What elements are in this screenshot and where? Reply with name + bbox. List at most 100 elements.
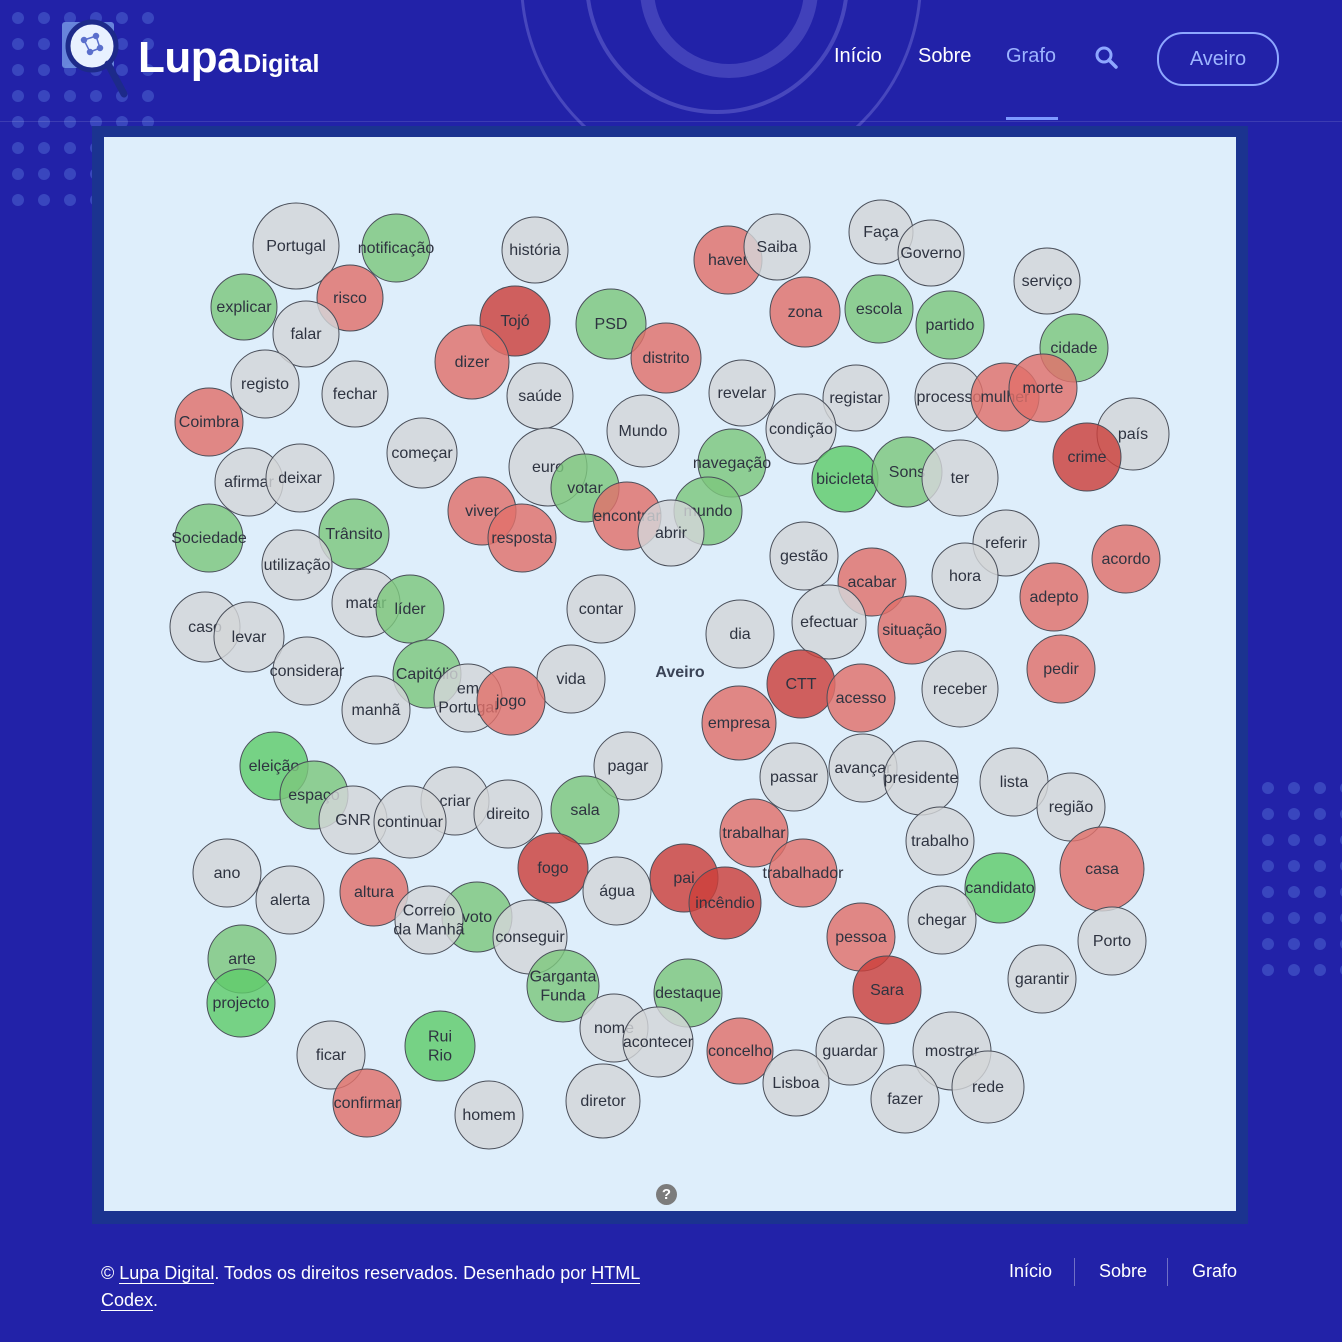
graph-node[interactable]: trabalho	[905, 806, 975, 876]
graph-node[interactable]: Lisboa	[762, 1049, 830, 1117]
graph-node-label: utilização	[264, 557, 331, 574]
graph-node[interactable]: Coimbra	[174, 387, 244, 457]
graph-node-label: acabar	[848, 574, 898, 591]
city-button[interactable]: Aveiro	[1157, 32, 1279, 86]
graph-node[interactable]: incêndio	[688, 866, 762, 940]
graph-node[interactable]: líder	[375, 574, 445, 644]
graph-node[interactable]: dia	[705, 599, 775, 669]
nav-grafo[interactable]: Grafo	[1006, 45, 1056, 68]
graph-node[interactable]: concelho	[706, 1017, 774, 1085]
word-graph[interactable]: Aveiro Portugal notificação história haver S…	[104, 137, 1236, 1211]
graph-node[interactable]: ano	[192, 838, 262, 908]
graph-node[interactable]: bicicleta	[811, 445, 879, 513]
graph-node[interactable]: empresa	[701, 685, 777, 761]
graph-node-label: morte	[1023, 380, 1064, 397]
footer-nav-inicio[interactable]: Início	[1009, 1261, 1052, 1282]
graph-node-label: Tojó	[500, 313, 529, 330]
graph-node[interactable]: acontecer	[622, 1006, 694, 1078]
graph-node[interactable]: fazer	[870, 1064, 940, 1134]
graph-node[interactable]: gestão	[769, 521, 839, 591]
graph-node-label: acesso	[836, 690, 887, 707]
graph-node[interactable]: explicar	[210, 273, 278, 341]
graph-node[interactable]: morte	[1008, 353, 1078, 423]
graph-node-label: pagar	[608, 758, 650, 775]
graph-node[interactable]: chegar	[907, 885, 977, 955]
graph-node[interactable]: homem	[454, 1080, 524, 1150]
active-nav-indicator	[1006, 117, 1058, 120]
footer-nav-sobre[interactable]: Sobre	[1099, 1261, 1147, 1282]
graph-node[interactable]: Rui Rio	[404, 1010, 476, 1082]
nav-inicio[interactable]: Início	[834, 45, 882, 68]
graph-node[interactable]: direito	[473, 779, 543, 849]
graph-node-label: voto	[462, 909, 492, 926]
graph-node[interactable]: escola	[844, 274, 914, 344]
graph-node[interactable]: pedir	[1026, 634, 1096, 704]
graph-node-label: pedir	[1043, 661, 1079, 678]
graph-node[interactable]: resposta	[487, 503, 557, 573]
graph-node[interactable]: utilização	[261, 529, 333, 601]
graph-node[interactable]: vida	[536, 644, 606, 714]
graph-node[interactable]: Governo	[897, 219, 965, 287]
graph-node[interactable]: diretor	[565, 1063, 641, 1139]
graph-node[interactable]: fechar	[321, 360, 389, 428]
search-icon[interactable]	[1094, 45, 1120, 71]
graph-node[interactable]: zona	[769, 276, 841, 348]
graph-node[interactable]: CTT	[766, 649, 836, 719]
graph-node[interactable]: crime	[1052, 422, 1122, 492]
graph-node[interactable]: alerta	[255, 865, 325, 935]
graph-node[interactable]: confirmar	[332, 1068, 402, 1138]
graph-node[interactable]: registo	[230, 349, 300, 419]
graph-node-label: ter	[951, 470, 970, 487]
graph-node[interactable]: projecto	[206, 968, 276, 1038]
graph-node[interactable]: deixar	[265, 443, 335, 513]
graph-node[interactable]: começar	[386, 417, 458, 489]
graph-node-label: país	[1118, 426, 1148, 443]
graph-node[interactable]: jogo	[476, 666, 546, 736]
graph-node-label: levar	[232, 629, 267, 646]
graph-node[interactable]: acesso	[826, 663, 896, 733]
graph-node[interactable]: adepto	[1019, 562, 1089, 632]
graph-node[interactable]: dizer	[434, 324, 510, 400]
graph-node[interactable]: manhã	[341, 675, 411, 745]
graph-node-label: região	[1049, 799, 1094, 816]
graph-node[interactable]: partido	[915, 290, 985, 360]
footer-brand-link[interactable]: Lupa Digital	[119, 1263, 215, 1284]
graph-node[interactable]: distrito	[630, 322, 702, 394]
logo[interactable]: Lupa Digital	[60, 18, 320, 100]
graph-node-label: votar	[567, 480, 603, 497]
graph-node[interactable]: Porto	[1077, 906, 1147, 976]
graph-node[interactable]: ter	[921, 439, 999, 517]
graph-node[interactable]: Sara	[852, 955, 922, 1025]
footer-divider	[1167, 1258, 1168, 1286]
graph-node[interactable]: casa	[1059, 826, 1145, 912]
graph-node[interactable]: contar	[566, 574, 636, 644]
graph-node-label: pessoa	[835, 929, 887, 946]
graph-node[interactable]: efectuar	[791, 584, 867, 660]
graph-node[interactable]: Sociedade	[171, 503, 247, 573]
graph-node-label: Sociedade	[171, 530, 247, 547]
graph-node[interactable]: acordo	[1091, 524, 1161, 594]
graph-node-label: zona	[788, 304, 823, 321]
graph-node[interactable]: passar	[759, 742, 829, 812]
graph-node[interactable]: presidente	[883, 740, 959, 816]
graph-node[interactable]: receber	[921, 650, 999, 728]
graph-node[interactable]: levar	[213, 601, 285, 673]
graph-node[interactable]: Saiba	[743, 213, 811, 281]
graph-node[interactable]: continuar	[373, 785, 447, 859]
graph-node[interactable]: fogo	[517, 832, 589, 904]
footer-nav-grafo[interactable]: Grafo	[1192, 1261, 1237, 1282]
graph-node-label: condição	[769, 421, 833, 438]
graph-node[interactable]: revelar	[708, 359, 776, 427]
graph-node[interactable]: Mundo	[606, 394, 680, 468]
graph-node[interactable]: garantir	[1007, 944, 1077, 1014]
graph-node[interactable]: história	[501, 216, 569, 284]
graph-node[interactable]: água	[582, 856, 652, 926]
graph-node[interactable]: rede	[951, 1050, 1025, 1124]
graph-node[interactable]: saúde	[506, 362, 574, 430]
graph-node[interactable]: hora	[931, 542, 999, 610]
graph-node[interactable]: abrir	[637, 499, 705, 567]
help-icon[interactable]: ?	[656, 1184, 677, 1205]
nav-sobre[interactable]: Sobre	[918, 45, 971, 68]
graph-node[interactable]: situação	[877, 595, 947, 665]
graph-node[interactable]: serviço	[1013, 247, 1081, 315]
